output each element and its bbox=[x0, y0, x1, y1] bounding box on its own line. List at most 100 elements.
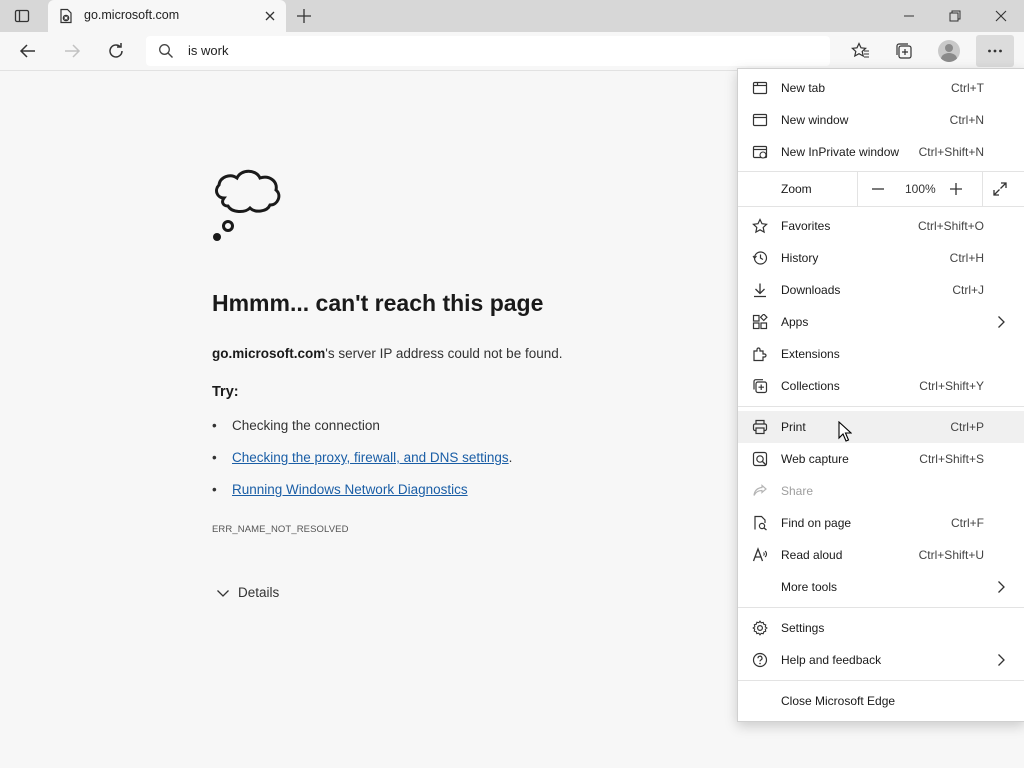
menu-item-label: Extensions bbox=[781, 347, 840, 361]
suggestion-item: • Running Windows Network Diagnostics bbox=[212, 482, 468, 497]
menu-item-new-tab[interactable]: New tab Ctrl+T bbox=[738, 72, 1024, 104]
favorites-icon bbox=[752, 218, 768, 234]
menu-item-label: Find on page bbox=[781, 516, 852, 530]
menu-separator bbox=[738, 607, 1024, 608]
menu-item-shortcut: Ctrl+Shift+O bbox=[917, 219, 984, 233]
apps-icon bbox=[752, 314, 768, 330]
browser-tab[interactable]: go.microsoft.com bbox=[48, 0, 286, 32]
details-label: Details bbox=[238, 585, 280, 600]
menu-item-downloads[interactable]: Downloads Ctrl+J bbox=[738, 274, 1024, 306]
favorites-star-icon[interactable] bbox=[850, 41, 870, 61]
error-message-text: 's server IP address could not be found. bbox=[325, 346, 563, 361]
navigation-toolbar: is work bbox=[0, 32, 1024, 71]
menu-item-share: Share bbox=[738, 475, 1024, 507]
menu-item-shortcut: Ctrl+F bbox=[951, 516, 984, 530]
print-icon bbox=[752, 419, 768, 435]
settings-and-more-button[interactable] bbox=[976, 35, 1014, 67]
menu-item-collections[interactable]: Collections Ctrl+Shift+Y bbox=[738, 370, 1024, 402]
network-diagnostics-link[interactable]: Running Windows Network Diagnostics bbox=[232, 482, 468, 497]
zoom-value: 100% bbox=[905, 182, 936, 196]
mouse-pointer-icon bbox=[838, 421, 852, 442]
page-error-icon bbox=[60, 8, 72, 24]
zoom-divider bbox=[982, 172, 983, 206]
try-heading: Try: bbox=[212, 384, 239, 400]
menu-item-extensions[interactable]: Extensions bbox=[738, 338, 1024, 370]
menu-separator bbox=[738, 206, 1024, 207]
download-icon bbox=[754, 283, 766, 298]
menu-item-shortcut: Ctrl+N bbox=[949, 113, 984, 127]
menu-item-label: Favorites bbox=[781, 219, 831, 233]
zoom-out-icon[interactable] bbox=[870, 181, 886, 197]
menu-item-label: History bbox=[781, 251, 819, 265]
menu-item-new-window[interactable]: New window Ctrl+N bbox=[738, 104, 1024, 136]
thought-cloud-icon bbox=[213, 169, 281, 241]
chevron-right-icon bbox=[998, 316, 1005, 328]
menu-item-shortcut: Ctrl+Shift+Y bbox=[919, 379, 984, 393]
new-window-icon bbox=[752, 113, 768, 127]
menu-item-label: Apps bbox=[781, 315, 809, 329]
read-aloud-icon bbox=[752, 547, 768, 562]
tab-actions-icon[interactable] bbox=[14, 8, 30, 24]
forward-arrow-icon[interactable] bbox=[62, 41, 82, 61]
tab-title: go.microsoft.com bbox=[84, 8, 180, 22]
error-host: go.microsoft.com bbox=[212, 346, 326, 361]
error-code: ERR_NAME_NOT_RESOLVED bbox=[212, 524, 349, 535]
menu-item-label: Share bbox=[781, 484, 814, 498]
chevron-right-icon bbox=[998, 654, 1005, 666]
more-dots-icon bbox=[988, 49, 1002, 53]
menu-item-find-on-page[interactable]: Find on page Ctrl+F bbox=[738, 507, 1024, 539]
refresh-icon[interactable] bbox=[106, 41, 126, 61]
menu-item-shortcut: Ctrl+T bbox=[951, 81, 984, 95]
address-bar[interactable]: is work bbox=[146, 36, 830, 66]
menu-separator bbox=[738, 680, 1024, 681]
menu-item-more-tools[interactable]: More tools bbox=[738, 571, 1024, 603]
extensions-icon bbox=[753, 347, 767, 362]
collections-icon bbox=[753, 379, 768, 394]
zoom-row: Zoom 100% bbox=[738, 172, 1024, 206]
details-toggle[interactable]: Details bbox=[216, 585, 279, 600]
close-window-icon[interactable] bbox=[990, 6, 1012, 26]
menu-item-history[interactable]: History Ctrl+H bbox=[738, 242, 1024, 274]
find-icon bbox=[754, 515, 767, 531]
menu-item-shortcut: Ctrl+P bbox=[950, 420, 984, 434]
menu-item-label: More tools bbox=[781, 580, 838, 594]
restore-icon[interactable] bbox=[944, 6, 966, 26]
minimize-icon[interactable] bbox=[898, 6, 920, 26]
zoom-divider bbox=[857, 172, 858, 206]
menu-separator bbox=[738, 406, 1024, 407]
suggestion-item: • Checking the proxy, firewall, and DNS s… bbox=[212, 450, 513, 465]
menu-item-label: Collections bbox=[781, 379, 840, 393]
chevron-down-icon bbox=[217, 590, 229, 598]
menu-item-label: Print bbox=[781, 420, 806, 434]
new-tab-plus-icon[interactable] bbox=[296, 8, 312, 24]
menu-item-settings[interactable]: Settings bbox=[738, 612, 1024, 644]
fullscreen-icon[interactable] bbox=[992, 181, 1008, 197]
search-icon bbox=[159, 44, 173, 58]
menu-item-print[interactable]: Print Ctrl+P bbox=[738, 411, 1024, 443]
menu-item-new-inprivate-window[interactable]: New InPrivate window Ctrl+Shift+N bbox=[738, 136, 1024, 168]
menu-item-label: Help and feedback bbox=[781, 653, 882, 667]
menu-item-read-aloud[interactable]: Read aloud Ctrl+Shift+U bbox=[738, 539, 1024, 571]
menu-item-shortcut: Ctrl+J bbox=[952, 283, 984, 297]
web-capture-icon bbox=[752, 451, 768, 467]
menu-item-web-capture[interactable]: Web capture Ctrl+Shift+S bbox=[738, 443, 1024, 475]
back-arrow-icon[interactable] bbox=[18, 41, 38, 61]
address-input-value[interactable]: is work bbox=[188, 43, 228, 58]
menu-item-help-and-feedback[interactable]: Help and feedback bbox=[738, 644, 1024, 676]
close-tab-icon[interactable] bbox=[262, 8, 278, 24]
history-icon bbox=[752, 251, 768, 265]
menu-item-close-microsoft-edge[interactable]: Close Microsoft Edge bbox=[738, 685, 1024, 717]
menu-item-shortcut: Ctrl+Shift+S bbox=[919, 452, 984, 466]
zoom-in-icon[interactable] bbox=[948, 181, 964, 197]
menu-item-label: New window bbox=[781, 113, 849, 127]
collections-icon[interactable] bbox=[894, 41, 914, 61]
profile-avatar[interactable] bbox=[938, 40, 960, 62]
error-title: Hmmm... can't reach this page bbox=[212, 290, 544, 316]
menu-item-shortcut: Ctrl+H bbox=[949, 251, 984, 265]
settings-and-more-menu: New tab Ctrl+T New window Ctrl+N New InP… bbox=[737, 68, 1024, 722]
menu-item-apps[interactable]: Apps bbox=[738, 306, 1024, 338]
suggestion-suffix: . bbox=[508, 450, 513, 465]
menu-item-label: Downloads bbox=[781, 283, 841, 297]
menu-item-favorites[interactable]: Favorites Ctrl+Shift+O bbox=[738, 210, 1024, 242]
proxy-settings-link[interactable]: Checking the proxy, firewall, and DNS se… bbox=[232, 450, 509, 465]
